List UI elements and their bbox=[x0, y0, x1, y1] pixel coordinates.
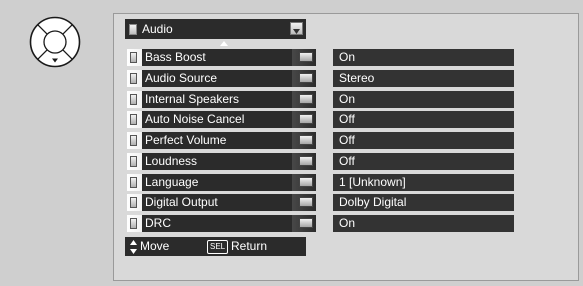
menu-title-bar[interactable]: Audio bbox=[125, 19, 306, 39]
menu-item-button[interactable]: Loudness bbox=[127, 152, 316, 170]
menu-item-button[interactable]: Language bbox=[127, 173, 316, 191]
title-square-icon bbox=[129, 24, 137, 35]
item-square-icon bbox=[130, 197, 137, 209]
menu-item-button[interactable]: Perfect Volume bbox=[127, 132, 316, 149]
menu-row[interactable]: Loudness Off bbox=[127, 152, 517, 170]
item-square-icon bbox=[130, 93, 137, 105]
return-hint: Return bbox=[231, 239, 268, 253]
menu-item-label: Internal Speakers bbox=[142, 90, 292, 108]
item-marker-icon bbox=[299, 52, 313, 62]
menu-item-button[interactable]: Digital Output bbox=[127, 194, 316, 212]
menu-row[interactable]: DRC On bbox=[127, 215, 517, 232]
menu-item-value[interactable]: On bbox=[333, 215, 514, 232]
menu-item-value[interactable]: 1 [Unknown] bbox=[333, 173, 514, 191]
item-square-icon bbox=[130, 72, 137, 84]
scroll-up-arrow-icon[interactable] bbox=[220, 41, 228, 46]
item-marker-icon bbox=[299, 114, 313, 125]
osd-screen: Audio Bass Boost On Audio Source Stereo Inte… bbox=[113, 13, 579, 281]
menu-item-button[interactable]: Auto Noise Cancel bbox=[127, 111, 316, 129]
item-square-icon bbox=[130, 52, 137, 63]
move-hint: Move bbox=[140, 239, 170, 253]
menu-row[interactable]: Perfect Volume Off bbox=[127, 132, 517, 149]
menu-item-value[interactable]: On bbox=[333, 49, 514, 66]
item-marker-icon bbox=[299, 218, 313, 228]
item-square-icon bbox=[130, 176, 137, 188]
item-marker-icon bbox=[299, 176, 313, 187]
menu-item-label: Perfect Volume bbox=[142, 132, 292, 149]
item-marker-icon bbox=[299, 135, 313, 145]
menu-item-label: Bass Boost bbox=[142, 49, 292, 66]
menu-item-label: DRC bbox=[142, 215, 292, 232]
menu-item-value[interactable]: On bbox=[333, 90, 514, 108]
dropdown-arrow-icon[interactable] bbox=[290, 22, 303, 35]
menu-item-label: Audio Source bbox=[142, 69, 292, 87]
menu-item-button[interactable]: Internal Speakers bbox=[127, 90, 316, 108]
menu-item-button[interactable]: Audio Source bbox=[127, 69, 316, 87]
item-marker-icon bbox=[299, 155, 313, 166]
menu-row[interactable]: Bass Boost On bbox=[127, 49, 517, 66]
remote-dpad-icon bbox=[29, 16, 81, 68]
menu-item-button[interactable]: DRC bbox=[127, 215, 316, 232]
menu-row[interactable]: Digital Output Dolby Digital bbox=[127, 194, 517, 212]
item-marker-icon bbox=[299, 72, 313, 83]
menu-item-value[interactable]: Dolby Digital bbox=[333, 194, 514, 212]
menu-row[interactable]: Internal Speakers On bbox=[127, 90, 517, 108]
menu-item-label: Language bbox=[142, 173, 292, 191]
menu-item-label: Auto Noise Cancel bbox=[142, 111, 292, 129]
menu-item-value[interactable]: Stereo bbox=[333, 69, 514, 87]
item-square-icon bbox=[130, 114, 137, 126]
menu-item-label: Loudness bbox=[142, 152, 292, 170]
menu-item-label: Digital Output bbox=[142, 194, 292, 212]
menu-item-value[interactable]: Off bbox=[333, 152, 514, 170]
item-marker-icon bbox=[299, 93, 313, 104]
menu-row[interactable]: Language 1 [Unknown] bbox=[127, 173, 517, 191]
menu-title: Audio bbox=[142, 22, 173, 36]
menu-item-value[interactable]: Off bbox=[333, 111, 514, 129]
menu-row[interactable]: Auto Noise Cancel Off bbox=[127, 111, 517, 129]
menu-item-button[interactable]: Bass Boost bbox=[127, 49, 316, 66]
sel-key-icon: SEL bbox=[207, 240, 229, 254]
item-square-icon bbox=[130, 135, 137, 146]
item-marker-icon bbox=[299, 197, 313, 208]
item-square-icon bbox=[130, 218, 137, 229]
help-bar: Move SEL Return bbox=[125, 237, 306, 256]
up-down-arrow-icon bbox=[130, 240, 137, 254]
item-square-icon bbox=[130, 155, 137, 167]
menu-row[interactable]: Audio Source Stereo bbox=[127, 69, 517, 87]
menu-item-value[interactable]: Off bbox=[333, 132, 514, 149]
